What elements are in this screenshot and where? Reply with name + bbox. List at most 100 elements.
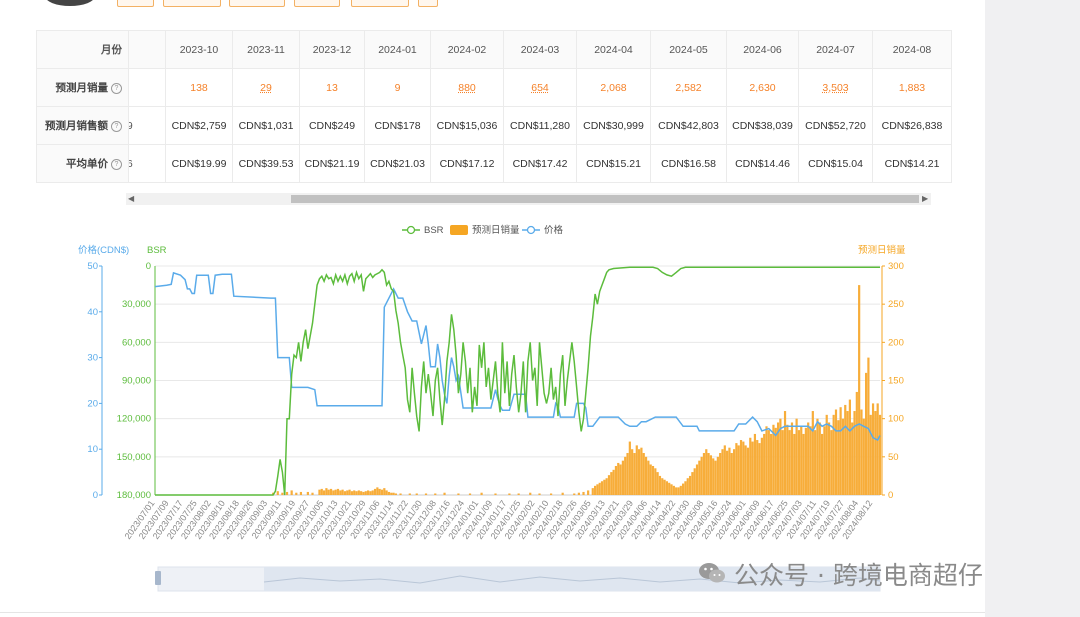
sales-bar xyxy=(767,430,770,495)
sales-bar xyxy=(378,488,381,495)
sales-bar xyxy=(869,414,872,495)
sales-bar xyxy=(494,493,497,495)
bsr-tick-label: 150,000 xyxy=(117,452,151,463)
month-header-cell: 2024-02 xyxy=(430,30,504,69)
price-tick-label: 50 xyxy=(87,261,98,272)
price-tick-label: 10 xyxy=(87,444,98,455)
sales-axis-title: 预测日销量 xyxy=(858,244,906,256)
sales-value[interactable]: 654 xyxy=(531,82,549,94)
row-label: 预测月销量? xyxy=(36,68,129,107)
sales-bar xyxy=(538,493,541,495)
sales-bar xyxy=(874,411,877,495)
legend-symbol xyxy=(406,225,416,235)
sales-value[interactable]: 3,503 xyxy=(822,82,848,94)
sales-bar xyxy=(299,491,303,495)
sales-bar xyxy=(658,475,662,495)
top-tag[interactable] xyxy=(294,0,340,7)
sales-bar xyxy=(387,491,391,495)
scroll-right-icon[interactable]: ▶ xyxy=(922,193,928,205)
month-header-cell: 2023-11 xyxy=(232,30,300,69)
sales-bar xyxy=(341,489,344,495)
sales-bar xyxy=(788,430,791,495)
monthly-stats-table: 月份 0 2023-102023-112023-122024-012024-02… xyxy=(36,30,952,183)
top-tag[interactable] xyxy=(229,0,285,7)
sales-bar xyxy=(732,449,736,495)
sales-value: 138 xyxy=(190,81,208,94)
table-cell: CDN$39.53 xyxy=(232,144,300,183)
month-header-cell: 2023-10 xyxy=(165,30,233,69)
top-tag[interactable] xyxy=(117,0,154,7)
bsr-tick-label: 60,000 xyxy=(122,337,151,348)
sales-bar xyxy=(668,482,671,495)
question-circle-icon[interactable]: ? xyxy=(111,120,122,132)
sales-bar xyxy=(373,488,377,495)
month-header-cell: 2024-07 xyxy=(798,30,873,69)
sales-bar xyxy=(587,490,590,495)
sales-bar xyxy=(640,447,643,495)
sales-tick-label: 200 xyxy=(888,337,904,348)
sales-bar xyxy=(362,491,365,495)
sales-bar xyxy=(582,491,585,495)
sales-bar xyxy=(709,455,713,495)
sales-value: 9 xyxy=(394,81,401,94)
sales-bar xyxy=(376,487,379,495)
sales-bar xyxy=(366,490,370,495)
partial-cell xyxy=(128,68,166,107)
sales-bar xyxy=(561,492,564,495)
scrollbar-thumb[interactable] xyxy=(291,195,919,203)
sales-bar xyxy=(383,488,386,495)
sales-bar xyxy=(614,465,618,495)
top-tag[interactable] xyxy=(351,0,409,7)
sales-bar xyxy=(369,491,372,495)
sales-bar xyxy=(434,493,437,495)
table-cell: 2,582 xyxy=(650,68,727,107)
table-cell: CDN$26,838 xyxy=(872,106,952,145)
sales-bar xyxy=(816,418,819,495)
sales-bar xyxy=(325,488,328,495)
question-circle-icon[interactable]: ? xyxy=(111,82,122,94)
top-tag[interactable] xyxy=(163,0,221,7)
month-header-cell: 2023-12 xyxy=(299,30,365,69)
sales-bar xyxy=(593,485,597,495)
product-thumbnail-icon xyxy=(45,0,95,6)
table-cell: 2,068 xyxy=(576,68,651,107)
partial-cell: 0 xyxy=(128,30,166,69)
sales-value[interactable]: 29 xyxy=(260,82,272,94)
sales-bar xyxy=(800,426,803,495)
sales-bar xyxy=(855,391,858,495)
sales-bar xyxy=(329,488,333,495)
table-cell: CDN$17.12 xyxy=(430,144,504,183)
scroll-left-icon[interactable]: ◀ xyxy=(128,193,134,205)
table-cell: 9 xyxy=(364,68,431,107)
sales-value: 2,630 xyxy=(749,81,776,94)
sales-bar xyxy=(753,433,757,495)
table-cell: CDN$17.42 xyxy=(503,144,577,183)
bsr-tick-label: 90,000 xyxy=(122,376,151,387)
sales-value[interactable]: 880 xyxy=(458,82,476,94)
sales-bar xyxy=(600,481,604,495)
sales-bar xyxy=(621,460,624,495)
sales-bar xyxy=(853,411,856,495)
sales-bar xyxy=(360,491,363,495)
calendar-icon[interactable] xyxy=(418,0,438,7)
table-cell: CDN$11,280 xyxy=(503,106,577,145)
sales-bar xyxy=(809,426,812,495)
sales-bar xyxy=(364,491,367,495)
sales-bar xyxy=(677,487,680,495)
sales-bar xyxy=(804,427,807,495)
table-cell: 3,503 xyxy=(798,68,873,107)
sales-bar xyxy=(380,489,384,495)
sales-bar xyxy=(737,445,740,495)
sales-bar xyxy=(834,409,838,495)
watermark-text: 公众号 · 跨境电商超仔 xyxy=(734,561,983,590)
zoom-handle-left[interactable] xyxy=(155,571,161,585)
sales-bar xyxy=(756,440,759,495)
sales-bar xyxy=(765,426,768,495)
question-circle-icon[interactable]: ? xyxy=(111,158,122,170)
table-cell: CDN$42,803 xyxy=(650,106,727,145)
sales-bar xyxy=(355,491,358,495)
price-line xyxy=(154,271,881,441)
bsr-axis-title: BSR xyxy=(147,245,167,256)
sales-bar xyxy=(825,414,828,495)
sales-bar xyxy=(424,493,428,495)
